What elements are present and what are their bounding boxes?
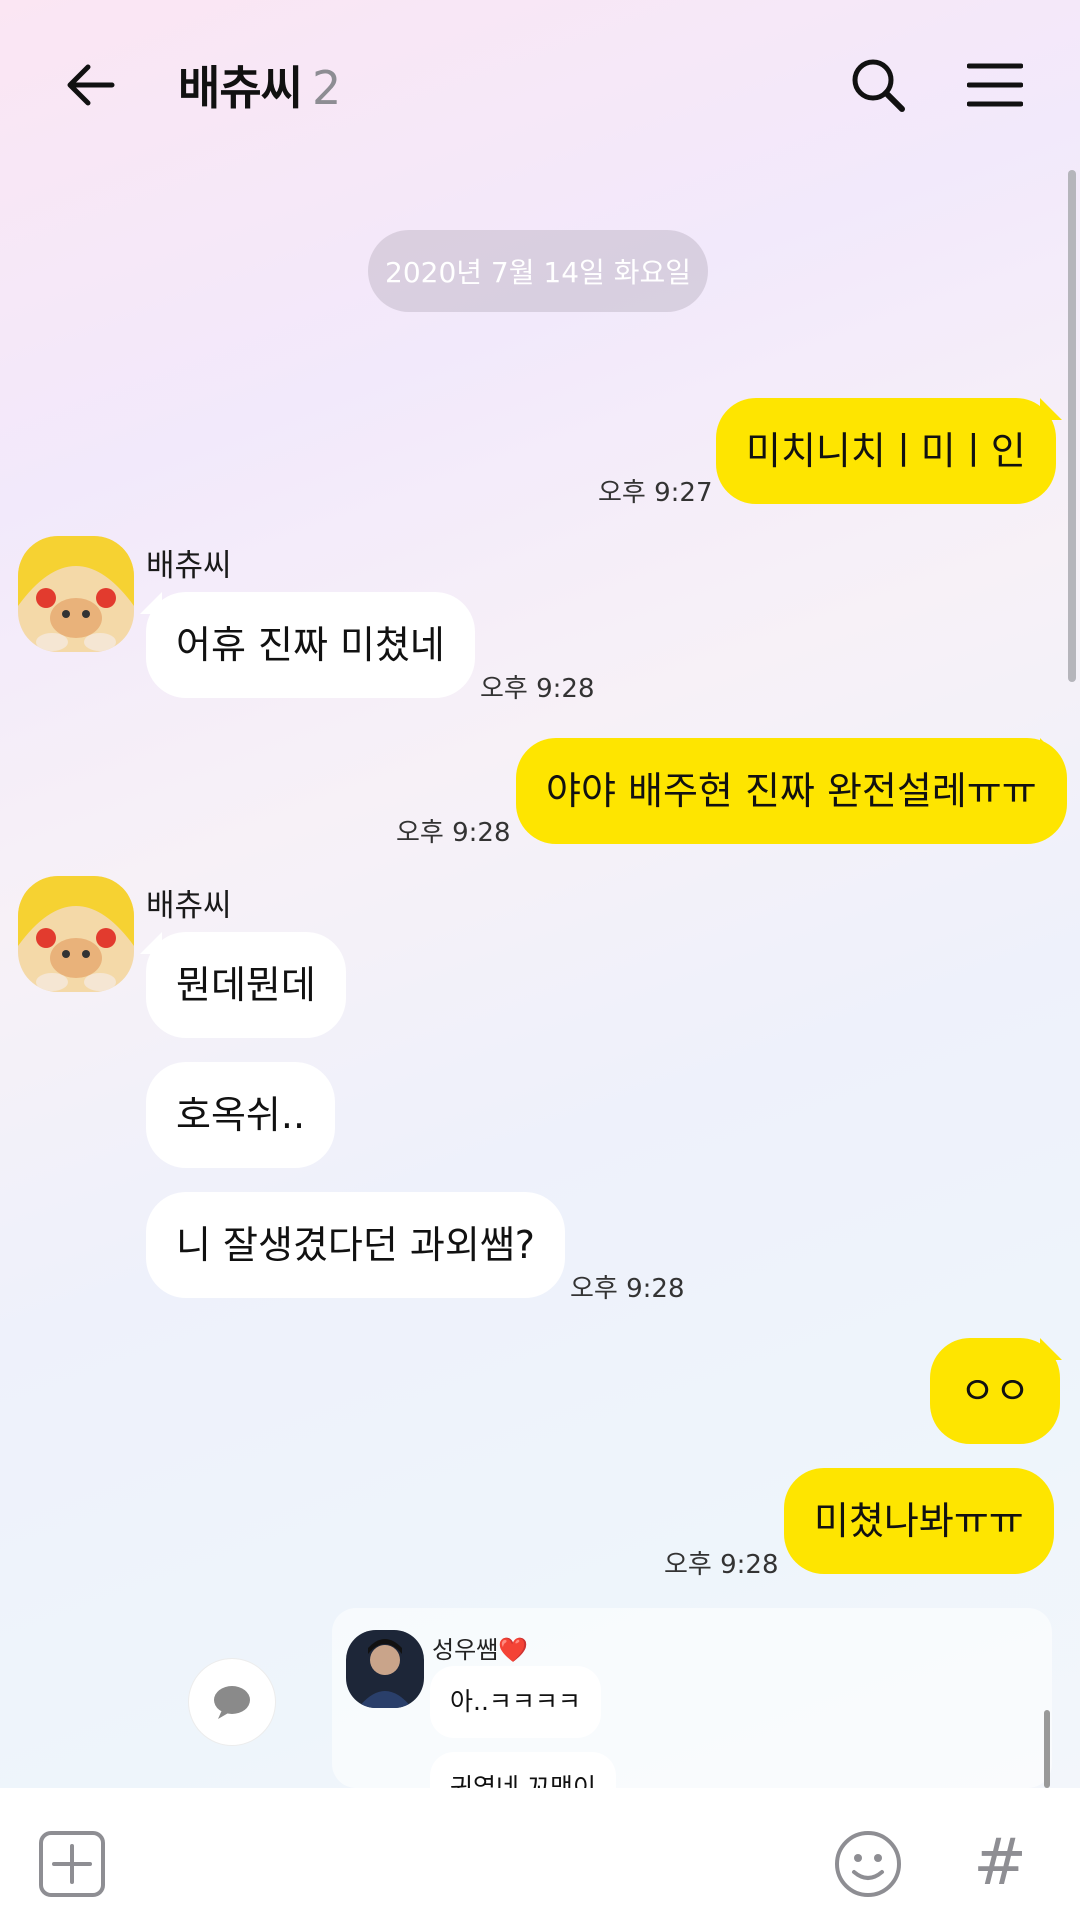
preview-scrollbar[interactable] xyxy=(1044,1710,1050,1788)
speech-bubble-icon xyxy=(214,1686,250,1719)
emoji-icon xyxy=(835,1831,901,1897)
hash-button[interactable]: # xyxy=(964,1818,1036,1908)
sender-name: 배츄씨 xyxy=(146,548,232,584)
avatar[interactable] xyxy=(18,536,134,652)
message-time: 오후 9:28 xyxy=(570,1274,685,1304)
attach-button[interactable] xyxy=(38,1830,106,1898)
back-arrow-icon xyxy=(67,64,115,106)
their-message-bubble[interactable]: 뭔데뭔데 xyxy=(146,932,346,1038)
message-time: 오후 9:28 xyxy=(396,818,511,848)
person-photo-icon xyxy=(346,1630,424,1708)
my-message-bubble[interactable]: 야야 배주현 진짜 완전설레ㅠㅠ xyxy=(516,738,1067,844)
avatar[interactable] xyxy=(18,876,134,992)
emoji-button[interactable] xyxy=(832,1828,904,1900)
their-message-bubble[interactable]: 호옥쉬.. xyxy=(146,1062,336,1168)
bubble-tail xyxy=(1040,738,1062,760)
chat-scrollbar[interactable] xyxy=(1068,170,1076,682)
date-divider: 2020년 7월 14일 화요일 xyxy=(368,230,708,312)
their-message-bubble[interactable]: 어휴 진짜 미쳤네 xyxy=(146,592,475,698)
member-count: 2 xyxy=(311,61,341,115)
message-time: 오후 9:27 xyxy=(598,478,713,508)
chat-title: 배츄씨 2 xyxy=(178,52,341,118)
search-icon xyxy=(852,59,905,112)
input-bar xyxy=(0,1788,1080,1932)
their-message-bubble[interactable]: 니 잘생겼다던 과외쌤? xyxy=(146,1192,565,1298)
search-button[interactable] xyxy=(838,45,918,125)
chat-header: 배츄씨 2 xyxy=(0,0,1080,170)
sender-name: 배츄씨 xyxy=(146,888,232,924)
plus-icon xyxy=(39,1831,105,1897)
bubble-tail xyxy=(1040,398,1062,420)
my-message-bubble[interactable]: 미쳤나봐ㅠㅠ xyxy=(784,1468,1054,1574)
preview-avatar xyxy=(346,1630,424,1708)
message-time: 오후 9:28 xyxy=(480,674,595,704)
menu-button[interactable] xyxy=(955,45,1035,125)
bubble-tail xyxy=(1040,1338,1062,1360)
preview-message-bubble: 아..ㅋㅋㅋㅋ xyxy=(430,1666,601,1738)
message-time: 오후 9:28 xyxy=(664,1550,779,1580)
hash-icon: # xyxy=(973,1826,1027,1900)
chat-title-name: 배츄씨 xyxy=(178,61,303,115)
pikachu-cat-avatar-icon xyxy=(18,536,134,652)
pikachu-cat-avatar-icon xyxy=(18,876,134,992)
reply-button[interactable] xyxy=(188,1658,276,1746)
my-message-bubble[interactable]: 미치니치ㅣ미ㅣ인 xyxy=(716,398,1056,504)
menu-icon xyxy=(967,63,1023,107)
preview-sender-name: 성우쌤❤️ xyxy=(432,1636,529,1664)
back-button[interactable] xyxy=(50,45,130,125)
